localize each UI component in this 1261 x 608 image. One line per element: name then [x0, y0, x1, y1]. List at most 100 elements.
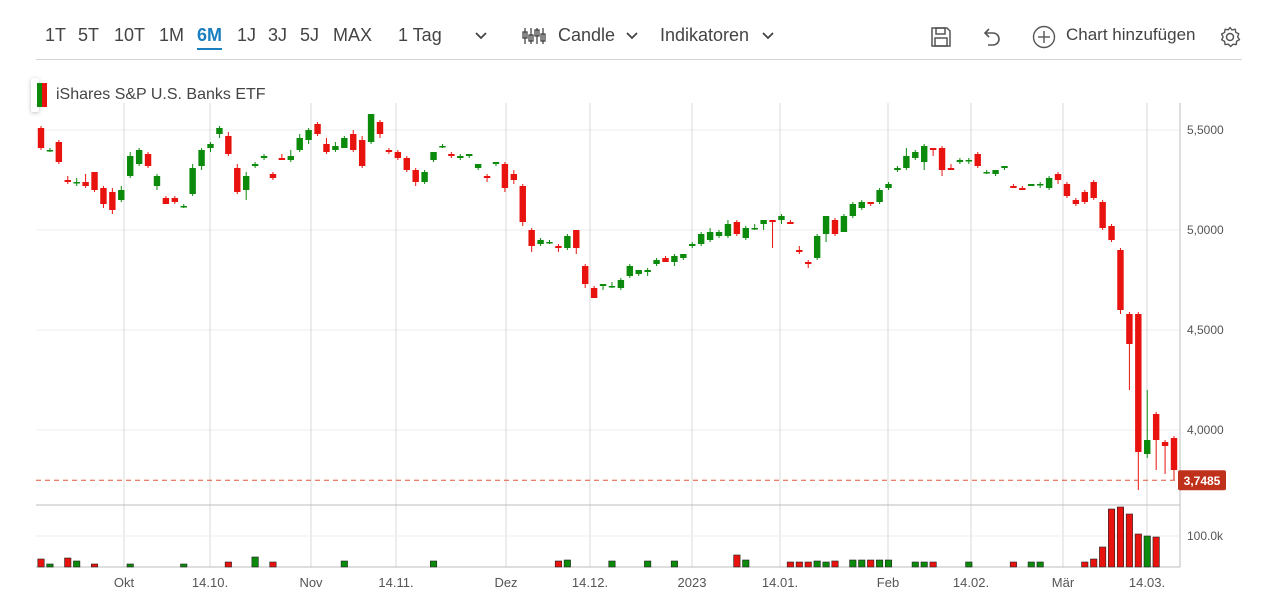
x-tick-label: 14.01.: [762, 575, 798, 590]
candle-body: [840, 216, 848, 232]
volume-bar: [813, 560, 821, 568]
x-tick-label: 14.02.: [953, 575, 989, 590]
candle-body: [1161, 442, 1169, 446]
candle-body: [153, 176, 161, 186]
candle-body: [403, 158, 410, 170]
candle-body: [724, 224, 732, 236]
candle-body: [974, 154, 981, 166]
candle-body: [127, 156, 134, 176]
candle-body: [474, 164, 482, 168]
candle-body: [742, 228, 749, 238]
candle-body: [733, 222, 741, 234]
volume-bar: [786, 561, 794, 568]
y-tick-label: 4,5000: [1187, 323, 1224, 337]
candle-body: [555, 246, 562, 248]
candle-body: [1144, 440, 1151, 454]
candle-body: [983, 172, 990, 174]
volume-bar: [831, 560, 839, 568]
volume-bar: [1134, 533, 1142, 568]
chart-legend[interactable]: iShares S&P U.S. Banks ETF: [31, 78, 266, 112]
volume-bar: [1125, 513, 1133, 568]
y-tick-label: 4,0000: [1187, 423, 1224, 437]
candle-body: [1019, 188, 1026, 190]
candle-body: [912, 152, 919, 158]
candle-body: [55, 142, 63, 162]
x-tick-label: 14.11.: [378, 575, 413, 590]
candle-body: [385, 150, 393, 152]
candle-body: [483, 176, 491, 178]
candle-body: [1054, 174, 1062, 180]
x-tick-label: Nov: [299, 575, 323, 590]
x-tick-label: 2023: [678, 575, 707, 590]
candle-body: [198, 150, 205, 166]
candle-body: [867, 202, 874, 204]
candle-body: [680, 254, 687, 258]
volume-bar: [224, 561, 232, 568]
volume-bar: [251, 556, 259, 568]
candle-body: [109, 192, 116, 210]
x-tick-label: Dez: [494, 575, 517, 590]
volume-bar: [965, 561, 973, 568]
candle-body: [1072, 200, 1080, 204]
volume-tick-label: 100.0k: [1187, 529, 1224, 543]
candle-body: [269, 174, 277, 178]
candle-body: [180, 206, 187, 208]
candle-body: [876, 190, 883, 202]
candle-body: [671, 256, 678, 262]
candle-body: [1108, 226, 1115, 240]
candle-body: [564, 236, 571, 248]
candle-body: [831, 220, 839, 234]
candle-body: [91, 172, 98, 190]
candle-body: [697, 234, 705, 244]
candle-body: [118, 190, 125, 200]
candle-body: [350, 134, 357, 150]
candle-body: [599, 284, 607, 286]
volume-bar: [876, 559, 884, 568]
candle-body: [144, 154, 152, 166]
candle-body: [920, 146, 928, 162]
candle-body: [439, 146, 446, 148]
candle-body: [626, 266, 634, 276]
x-tick-label: Feb: [877, 575, 899, 590]
candle-body: [251, 164, 259, 166]
candle-body: [715, 232, 723, 236]
candle-body: [581, 266, 589, 284]
volume-bar: [1009, 561, 1017, 568]
candle-body: [64, 180, 71, 182]
candle-body: [501, 164, 509, 188]
candle-body: [171, 198, 179, 202]
candle-body: [234, 168, 241, 192]
legend-swatch: [37, 83, 47, 107]
candle-body: [1126, 314, 1133, 344]
candle-body: [760, 220, 767, 224]
candle-body: [1099, 202, 1106, 228]
volume-bar: [608, 560, 616, 568]
volume-bar: [1152, 536, 1160, 568]
candle-body: [813, 236, 821, 258]
candle-body: [448, 154, 455, 156]
candle-body: [778, 216, 785, 220]
candle-body: [278, 158, 286, 160]
candle-body: [537, 240, 544, 244]
candle-body: [608, 286, 616, 288]
candle-body: [287, 156, 295, 160]
volume-bar: [430, 560, 438, 568]
candle-body: [1090, 182, 1097, 198]
candle-body: [590, 288, 598, 298]
candle-body: [573, 230, 580, 248]
volume-bar: [1090, 558, 1098, 568]
volume-bar: [1116, 506, 1124, 568]
candle-body: [466, 154, 473, 156]
candle-body: [635, 270, 642, 274]
last-price-label: 3,7485: [1184, 474, 1221, 488]
candle-body: [769, 220, 776, 222]
candle-body: [73, 182, 80, 184]
candle-body: [225, 136, 232, 154]
volume-bar: [91, 563, 99, 568]
volume-bar: [867, 559, 875, 568]
candle-body: [1081, 192, 1088, 202]
candle-body: [947, 168, 955, 170]
volume-bar: [1081, 561, 1089, 568]
candle-body: [1036, 184, 1044, 186]
volume-bar: [1108, 508, 1116, 568]
